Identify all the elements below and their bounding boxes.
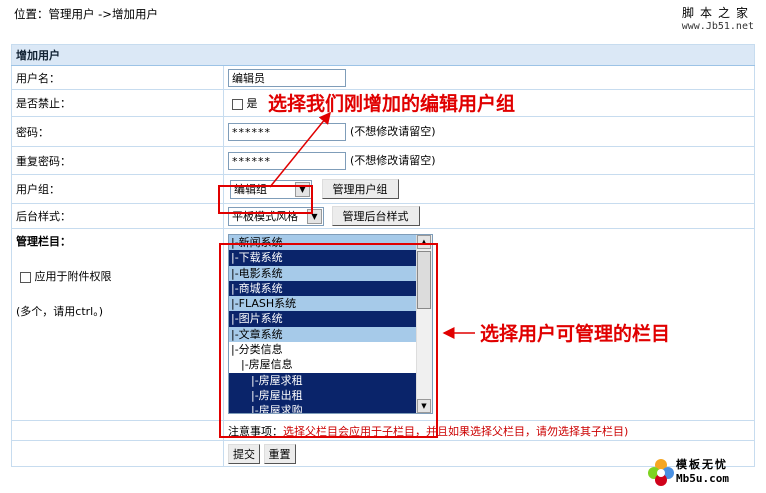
columns-tip-annotation: 选择用户可管理的栏目 [480, 323, 671, 345]
watermark-line1: 模板无忧 [676, 458, 728, 471]
group-tip-annotation: 选择我们刚增加的编辑用户组 [268, 93, 516, 115]
arrow-to-group-tip [269, 111, 331, 188]
flower-icon [648, 459, 674, 486]
annotation-arrows [269, 111, 475, 339]
watermark-logo: 模板无忧 Mb5u.com [646, 455, 756, 489]
watermark-line2: Mb5u.com [676, 472, 729, 485]
